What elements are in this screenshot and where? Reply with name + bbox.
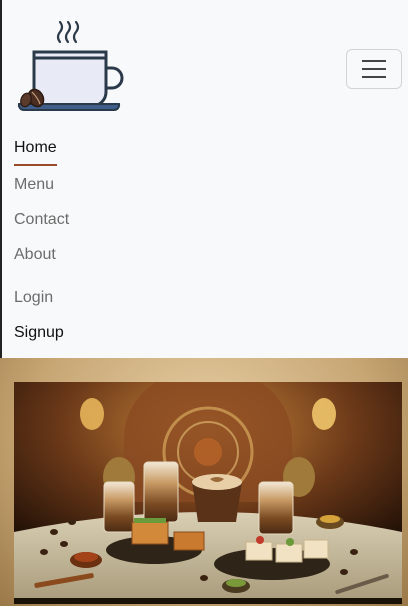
navbar: Home Menu Contact About Login Signup [0,0,408,358]
hamburger-menu-icon [362,76,386,78]
nav-link-contact[interactable]: Contact [14,210,69,230]
hamburger-menu-icon [362,60,386,62]
nav-link-home[interactable]: Home [14,138,57,158]
coffee-cup-logo-icon [17,20,124,111]
hamburger-menu-icon [362,68,386,70]
window-edge [0,0,2,358]
active-nav-indicator [14,164,57,166]
nav-link-menu[interactable]: Menu [14,175,54,195]
coffee-and-dessert-spread-image [14,382,402,604]
login-link[interactable]: Login [14,288,53,308]
signup-link[interactable]: Signup [14,323,64,343]
navbar-toggle-button[interactable] [346,49,402,89]
brand-logo[interactable] [16,18,126,118]
nav-link-about[interactable]: About [14,245,56,265]
hero-section [0,358,408,606]
